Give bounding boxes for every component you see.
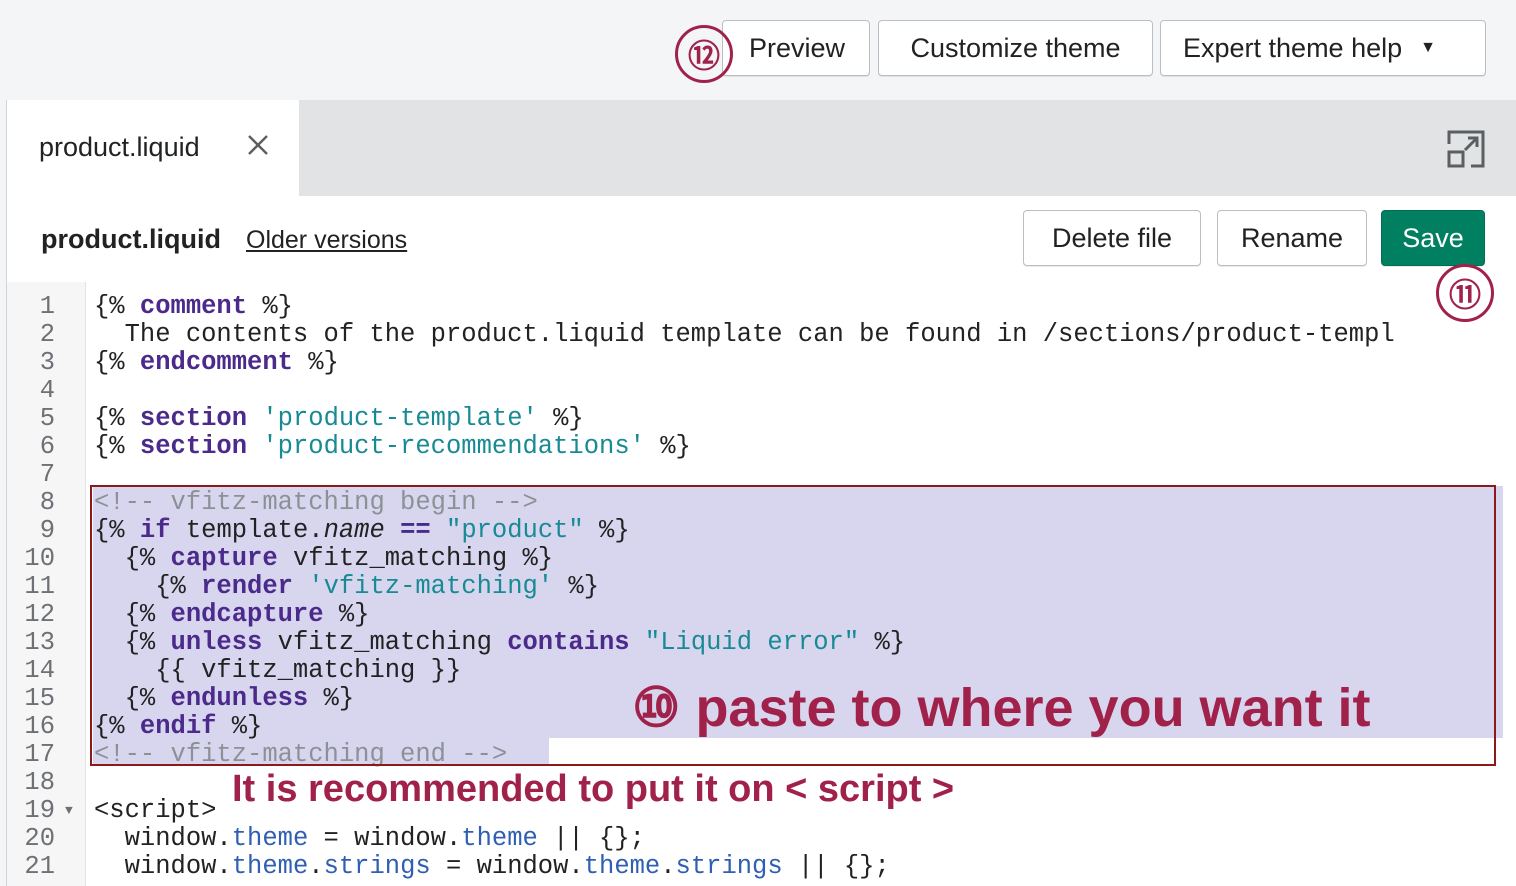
delete-label: Delete file (1051, 222, 1173, 253)
step-12-marker: ⑫ (675, 25, 733, 83)
delete-file-button[interactable]: Delete file (1023, 210, 1201, 266)
file-header: product.liquid Older versions Delete fil… (7, 196, 1516, 283)
code-text: {% endcomment %} (94, 348, 339, 377)
line-number: 21 (24, 852, 55, 881)
line-number: 17 (24, 740, 55, 769)
older-versions-link[interactable]: Older versions (246, 226, 407, 255)
line-number: 1 (39, 292, 55, 321)
line-number: 15 (24, 684, 55, 713)
line-number: 9 (39, 516, 55, 545)
rename-label: Rename (1240, 222, 1344, 253)
code-line[interactable]: 5 {% section 'product-template' %} (7, 405, 1516, 433)
code-text: <script> (94, 796, 217, 825)
code-text: window.theme = window.theme || {}; (94, 824, 645, 853)
expand-icon[interactable] (1443, 126, 1489, 172)
preview-button[interactable]: Preview (722, 20, 870, 76)
line-number: 4 (39, 376, 55, 405)
file-title: product.liquid (41, 224, 221, 254)
recommend-annotation: It is recommended to put it on < script … (232, 768, 955, 810)
tab-label: product.liquid (39, 132, 200, 162)
save-label: Save (1402, 222, 1464, 253)
step-11-marker: ⑪ (1436, 264, 1494, 322)
caret-down-icon: ▼ (1420, 39, 1436, 56)
customize-label: Customize theme (910, 32, 1121, 63)
code-line[interactable]: 6 {% section 'product-recommendations' %} (7, 433, 1516, 461)
code-line[interactable]: 1 {% comment %} (7, 293, 1516, 321)
code-text: {% section 'product-recommendations' %} (94, 432, 691, 461)
code-line[interactable]: 20 window.theme = window.theme || {}; (7, 825, 1516, 853)
line-number: 19 (24, 796, 55, 825)
code-text: {% section 'product-template' %} (94, 404, 584, 433)
line-number: 6 (39, 432, 55, 461)
tab-product-liquid[interactable]: product.liquid (7, 100, 299, 196)
line-number: 16 (24, 712, 55, 741)
line-number: 13 (24, 628, 55, 657)
step-10-number: ⑩ (632, 678, 681, 738)
line-number: 14 (24, 656, 55, 685)
tab-strip: product.liquid (7, 100, 1516, 196)
code-line[interactable]: 3 {% endcomment %} (7, 349, 1516, 377)
code-line[interactable]: 2 The contents of the product.liquid tem… (7, 321, 1516, 349)
preview-label: Preview (748, 32, 846, 63)
line-number: 12 (24, 600, 55, 629)
line-number: 3 (39, 348, 55, 377)
code-text: {% comment %} (94, 292, 293, 321)
line-number: 2 (39, 320, 55, 349)
line-number: 8 (39, 488, 55, 517)
step-10-text: paste to where you want it (695, 678, 1371, 738)
code-text: window.theme.strings = window.theme.stri… (94, 852, 890, 881)
close-icon[interactable] (243, 130, 273, 160)
code-line[interactable]: 4 (7, 377, 1516, 405)
code-line[interactable]: 21 window.theme.strings = window.theme.s… (7, 853, 1516, 881)
top-bar: Preview Customize theme Expert theme hel… (0, 0, 1516, 100)
line-number: 20 (24, 824, 55, 853)
line-number: 10 (24, 544, 55, 573)
fold-arrow-icon[interactable]: ▼ (65, 797, 73, 825)
code-text: The contents of the product.liquid templ… (94, 320, 1395, 349)
save-button[interactable]: Save (1381, 210, 1485, 266)
line-number: 11 (24, 572, 55, 601)
expert-label: Expert theme help (1183, 32, 1403, 63)
step-10-annotation: ⑩ paste to where you want it (632, 676, 1371, 739)
line-number: 5 (39, 404, 55, 433)
line-number: 18 (24, 768, 55, 797)
customize-theme-button[interactable]: Customize theme (878, 20, 1153, 76)
line-number: 7 (39, 460, 55, 489)
expert-theme-help-button[interactable]: Expert theme help ▼ (1160, 20, 1486, 76)
rename-button[interactable]: Rename (1217, 210, 1367, 266)
